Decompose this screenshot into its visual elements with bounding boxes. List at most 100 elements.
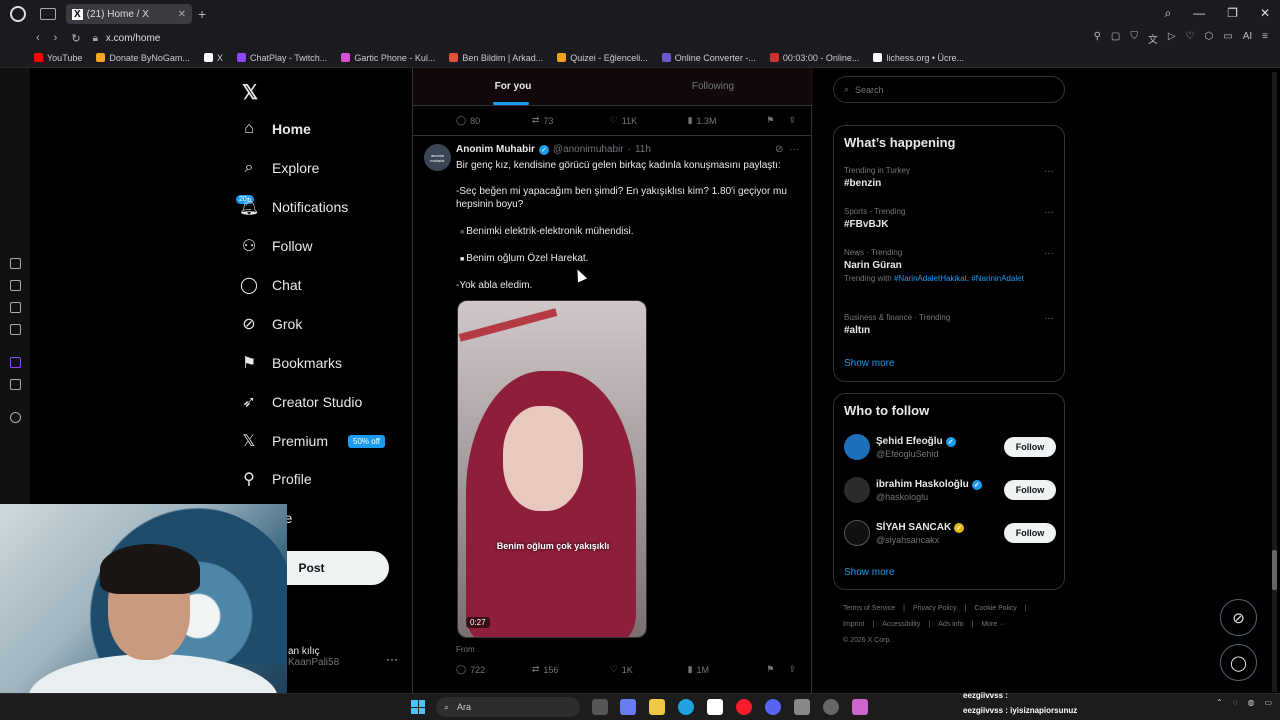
reply-button[interactable]: ◯ 80: [456, 115, 532, 126]
avatar[interactable]: [844, 520, 870, 546]
back-icon[interactable]: ‹: [36, 32, 40, 45]
more-icon[interactable]: ···: [789, 144, 799, 155]
network-icon[interactable]: ◌: [1233, 698, 1238, 707]
nav-explore[interactable]: ⌕ Explore: [240, 159, 320, 177]
taskbar-search[interactable]: ⌕ Ara: [436, 697, 580, 717]
repost-button[interactable]: ⇄ 156: [532, 664, 610, 675]
history-icon[interactable]: [10, 258, 21, 269]
obs-icon[interactable]: [823, 699, 839, 715]
music-icon[interactable]: [10, 280, 21, 291]
reply-button[interactable]: ◯ 722: [456, 664, 532, 675]
share-icon[interactable]: ⇪: [788, 664, 796, 675]
bookmark-item[interactable]: lichess.org • Ücre...: [873, 53, 964, 63]
page-scrollbar[interactable]: [1272, 72, 1277, 692]
follow-suggestion[interactable]: Şehid Efeoğlu ✓ @EfeogluSehid Follow: [844, 434, 1056, 464]
trend-more-icon[interactable]: ···: [1044, 313, 1054, 324]
tab-following[interactable]: Following: [613, 68, 813, 105]
ai-icon[interactable]: AI: [1243, 31, 1252, 46]
footer-link[interactable]: Privacy Policy: [913, 604, 957, 614]
discord-icon[interactable]: [765, 699, 781, 715]
clock-icon[interactable]: [10, 412, 21, 423]
bookmark-item[interactable]: Ben Bildim | Arkad...: [449, 53, 543, 63]
close-window-icon[interactable]: ✕: [1260, 6, 1270, 21]
show-more-link[interactable]: Show more: [844, 567, 895, 578]
grok-explain-icon[interactable]: ⊘: [775, 144, 783, 155]
menu-icon[interactable]: ≡: [1262, 31, 1268, 46]
browser-tab[interactable]: X (21) Home / X ✕: [66, 4, 192, 24]
wallet-icon[interactable]: ▭: [1223, 31, 1232, 46]
snapshot-icon[interactable]: [10, 302, 21, 313]
messages-fab-icon[interactable]: ◯: [1220, 644, 1257, 681]
show-more-link[interactable]: Show more: [844, 358, 895, 369]
share-icon[interactable]: ⇪: [788, 115, 796, 126]
trend-hashtags[interactable]: #NarinAdaletHakikat, #NarininAdalet: [894, 274, 1024, 283]
tray-chevron-icon[interactable]: ⌃: [1216, 698, 1223, 707]
shield-icon[interactable]: ⛉: [1130, 31, 1138, 46]
like-button[interactable]: ♡ 1K: [610, 664, 688, 675]
app-icon[interactable]: [852, 699, 868, 715]
new-tab-icon[interactable]: +: [198, 6, 206, 22]
bookmark-item[interactable]: X: [203, 53, 223, 63]
tweet-video[interactable]: Benim oğlum çok yakışıklı 0:27: [457, 300, 647, 638]
avatar[interactable]: [844, 477, 870, 503]
file-explorer-icon[interactable]: [649, 699, 665, 715]
follow-suggestion[interactable]: ibrahim Haskoloğlu ✓ @haskologlu Follow: [844, 477, 1056, 507]
url-field[interactable]: x.com/home: [106, 33, 160, 44]
footer-link[interactable]: Accessibility: [882, 620, 920, 630]
opera-logo-icon[interactable]: [10, 6, 26, 22]
repost-button[interactable]: ⇄ 73: [532, 115, 610, 126]
lock-icon[interactable]: 🔒︎: [93, 33, 98, 44]
forward-icon[interactable]: ›: [54, 32, 58, 45]
bookmark-item[interactable]: Donate ByNoGam...: [96, 53, 190, 63]
trend-more-icon[interactable]: ···: [1044, 248, 1054, 259]
play-icon[interactable]: ▷: [1168, 31, 1176, 46]
follow-button[interactable]: Follow: [1004, 523, 1056, 543]
views-button[interactable]: ▮ 1M: [688, 664, 767, 675]
scrollbar-thumb[interactable]: [1272, 550, 1277, 590]
tweet-avatar[interactable]: anonim muhabir: [424, 144, 451, 171]
tab-for-you[interactable]: For you: [413, 68, 613, 105]
nav-bookmarks[interactable]: ⚑ Bookmarks: [240, 354, 342, 372]
workspaces-icon[interactable]: [40, 8, 56, 20]
trend-item[interactable]: Trending in Turkey #benzin ···: [844, 166, 1054, 189]
views-button[interactable]: ▮ 1.3M: [688, 115, 767, 126]
footer-link[interactable]: Ads info: [938, 620, 963, 630]
bookmark-item[interactable]: 00:03:00 - Online...: [769, 53, 859, 63]
close-tab-icon[interactable]: ✕: [178, 9, 186, 20]
messenger-icon[interactable]: [10, 324, 21, 335]
trend-more-icon[interactable]: ···: [1044, 166, 1054, 177]
translate-icon[interactable]: 文: [1148, 31, 1158, 46]
trend-more-icon[interactable]: ···: [1044, 207, 1054, 218]
follow-suggestion[interactable]: SİYAH SANCAK ✓ @siyahsancakx Follow: [844, 520, 1056, 550]
nav-creator-studio[interactable]: ➶ Creator Studio: [240, 393, 362, 411]
avatar[interactable]: [844, 434, 870, 460]
maximize-icon[interactable]: ❐: [1227, 6, 1238, 21]
follow-button[interactable]: Follow: [1004, 480, 1056, 500]
account-more-icon[interactable]: ···: [386, 652, 398, 666]
windows-start-icon[interactable]: [411, 700, 425, 714]
nav-chat[interactable]: ◯ Chat: [240, 276, 302, 294]
reload-icon[interactable]: ↻: [71, 32, 80, 45]
nav-follow[interactable]: ⚇ Follow: [240, 237, 313, 255]
battery-icon[interactable]: ▭: [1264, 698, 1272, 707]
bookmark-item[interactable]: Online Converter -...: [661, 53, 756, 63]
search-input[interactable]: ⌕ Search: [833, 76, 1065, 103]
like-button[interactable]: ♡ 11K: [610, 115, 688, 126]
nav-notifications[interactable]: 🔔︎ Notifications: [239, 198, 348, 216]
footer-link[interactable]: Terms of Service: [843, 604, 895, 614]
task-view-icon[interactable]: [592, 699, 608, 715]
extensions-icon[interactable]: ⬡: [1205, 31, 1214, 46]
search-tabs-icon[interactable]: ⌕: [1164, 6, 1171, 21]
nav-home[interactable]: ⌂ Home: [240, 120, 311, 138]
bookmark-item[interactable]: Gartic Phone - Kul...: [341, 53, 435, 63]
bookmark-icon[interactable]: ⚑: [766, 664, 774, 675]
footer-link[interactable]: Imprint: [843, 620, 864, 630]
bookmark-item[interactable]: ChatPlay - Twitch...: [236, 53, 327, 63]
trend-item[interactable]: Sports · Trending #FBvBJK ···: [844, 207, 1054, 230]
tweet-author[interactable]: Anonim Muhabir: [456, 144, 535, 155]
footer-link[interactable]: More ···: [981, 620, 1006, 630]
twitch-icon[interactable]: [10, 357, 21, 368]
follow-button[interactable]: Follow: [1004, 437, 1056, 457]
nav-premium[interactable]: 𝕏 Premium 50% off: [240, 432, 385, 450]
copilot-icon[interactable]: [620, 699, 636, 715]
